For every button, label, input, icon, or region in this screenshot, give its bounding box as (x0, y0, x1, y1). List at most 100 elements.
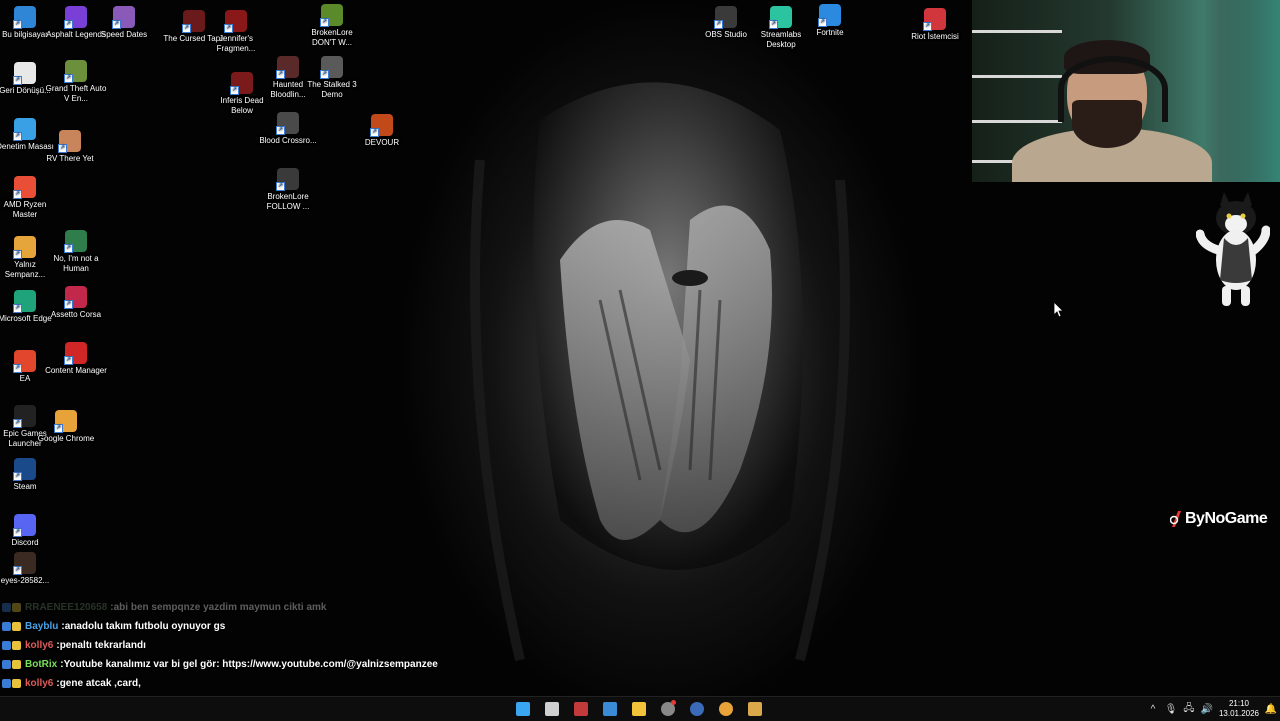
desktop-icon[interactable]: ↗ Riot İstemcisi (903, 8, 967, 42)
shortcut-arrow-icon: ↗ (13, 76, 22, 85)
photos-icon (603, 702, 617, 716)
stalked-icon: ↗ (320, 56, 343, 79)
desktop-icon-label: eyes-28582... (0, 576, 50, 585)
chat-badge-icon (2, 679, 11, 688)
taskbar-file-explorer[interactable] (627, 697, 651, 721)
tray-overflow-chevron-icon[interactable]: ^ (1144, 697, 1162, 721)
chat-text: abi ben sempqnze yazdim maymun cikti amk (113, 602, 327, 613)
shortcut-arrow-icon: ↗ (13, 528, 22, 537)
desktop-icon[interactable]: ↗ BrokenLore DON'T W... (300, 4, 364, 48)
computer-icon: ↗ (13, 6, 36, 29)
streamlabs-icon: ↗ (769, 6, 792, 29)
image-file-icon: ↗ (13, 552, 36, 575)
desktop-icon[interactable]: ↗ BrokenLore FOLLOW ... (256, 168, 320, 212)
shortcut-arrow-icon: ↗ (54, 424, 63, 433)
taskbar-app-1[interactable] (569, 697, 593, 721)
shortcut-arrow-icon: ↗ (64, 74, 73, 83)
steam-icon (690, 702, 704, 716)
taskbar-clock[interactable]: 21:10 13.01.2026 (1216, 699, 1262, 719)
chat-badges (2, 603, 21, 612)
asphalt-icon: ↗ (64, 6, 87, 29)
shortcut-arrow-icon: ↗ (64, 244, 73, 253)
taskbar-app-2[interactable] (598, 697, 622, 721)
cat-sticker (1196, 192, 1270, 306)
folder-icon (632, 702, 646, 716)
brokenlore-dont-watch-icon: ↗ (320, 4, 343, 27)
shelf (972, 30, 1062, 33)
taskbar-obs[interactable] (656, 697, 680, 721)
start-button[interactable] (511, 697, 535, 721)
desktop-icon[interactable]: ↗ No, I'm not a Human (44, 230, 108, 274)
clock-time: 21:10 (1228, 699, 1250, 708)
chrome-icon: ↗ (54, 410, 77, 433)
shortcut-arrow-icon: ↗ (714, 20, 723, 29)
shelf (972, 75, 1062, 78)
ea-icon: ↗ (13, 350, 36, 373)
shortcut-arrow-icon: ↗ (276, 126, 285, 135)
desktop-icon[interactable]: ↗ The Stalked 3 Demo (300, 56, 364, 100)
desktop-icon-label: No, I'm not a Human (53, 254, 99, 273)
desktop-icon-label: BrokenLore DON'T W... (311, 28, 353, 47)
desktop-icon[interactable]: ↗ Content Manager (44, 342, 108, 376)
desktop-icon[interactable]: ↗ RV There Yet (38, 130, 102, 164)
desktop-icon-label: Steam (13, 482, 37, 491)
shortcut-arrow-icon: ↗ (370, 128, 379, 137)
shortcut-arrow-icon: ↗ (64, 356, 73, 365)
taskbar-app-3[interactable] (743, 697, 767, 721)
cursed-tape-icon: ↗ (182, 10, 205, 33)
shortcut-arrow-icon: ↗ (182, 24, 191, 33)
desktop-icon-label: Speed Dates (100, 30, 148, 39)
control-panel-icon: ↗ (13, 118, 36, 141)
desktop-icon[interactable]: ↗ Discord (0, 514, 57, 548)
network-icon[interactable]: 🖧 (1180, 697, 1198, 721)
desktop-icon[interactable]: ↗ Steam (0, 458, 57, 492)
amd-ryzen-icon: ↗ (13, 176, 36, 199)
chat-text: anadolu takım futbolu oynuyor gs (64, 621, 226, 632)
desktop-icon[interactable]: ↗ Fortnite (798, 4, 862, 38)
chat-username: Bayblu (25, 621, 59, 632)
chat-badge-icon (12, 641, 21, 650)
chat-badges (2, 622, 21, 631)
chrome-icon (719, 702, 733, 716)
task-view-button[interactable] (540, 697, 564, 721)
desktop-icon-label: Assetto Corsa (50, 310, 102, 319)
notification-bell-icon[interactable]: 🔔 (1262, 697, 1280, 721)
microphone-icon[interactable]: 🎙 (1162, 697, 1180, 721)
mouse-cursor-icon (1054, 302, 1064, 318)
taskbar-chrome[interactable] (714, 697, 738, 721)
desktop-icon[interactable]: ↗ AMD Ryzen Master (0, 176, 57, 220)
bynogame-text: ByNoGame (1185, 510, 1268, 527)
desktop-icon[interactable]: ↗ Blood Crossro... (256, 112, 320, 146)
desktop-icon[interactable]: ↗ Grand Theft Auto V En... (44, 60, 108, 104)
shortcut-arrow-icon: ↗ (64, 300, 73, 309)
clock-date: 13.01.2026 (1218, 709, 1260, 718)
desktop-icon[interactable]: ↗ Speed Dates (92, 6, 156, 40)
desktop-icon-label: DEVOUR (364, 138, 400, 147)
desktop-icon[interactable]: ↗ eyes-28582... (0, 552, 57, 586)
desktop-icon[interactable]: ↗ Assetto Corsa (44, 286, 108, 320)
volume-icon[interactable]: 🔊 (1198, 697, 1216, 721)
chat-username: RRAENEE120658 (25, 602, 108, 613)
chat-message: Bayblu: anadolu takım futbolu oynuyor gs (2, 617, 502, 636)
shortcut-arrow-icon: ↗ (769, 20, 778, 29)
devour-icon: ↗ (370, 114, 393, 137)
shortcut-arrow-icon: ↗ (13, 20, 22, 29)
chat-badge-icon (12, 603, 21, 612)
shelf (972, 120, 1062, 123)
chat-badge-icon (12, 660, 21, 669)
headset-icon (1058, 56, 1168, 122)
content-manager-icon: ↗ (64, 342, 87, 365)
desktop-icon[interactable]: ↗ DEVOUR (350, 114, 414, 148)
chat-text: penaltı tekrarlandı (59, 640, 146, 651)
taskbar-steam[interactable] (685, 697, 709, 721)
fortnite-icon: ↗ (818, 4, 841, 27)
desktop-icon[interactable]: ↗ Jennifer's Fragmen... (204, 10, 268, 54)
desktop-icon[interactable]: ↗ Google Chrome (34, 410, 98, 444)
brokenlore-follow-icon: ↗ (276, 168, 299, 191)
desktop-icon-label: Jennifer's Fragmen... (216, 34, 256, 53)
task-view-icon (545, 702, 559, 716)
chat-badge-icon (12, 679, 21, 688)
desktop-icon-label: Fortnite (816, 28, 844, 37)
jennifers-fragment-icon: ↗ (224, 10, 247, 33)
chat-badge-icon (2, 660, 11, 669)
